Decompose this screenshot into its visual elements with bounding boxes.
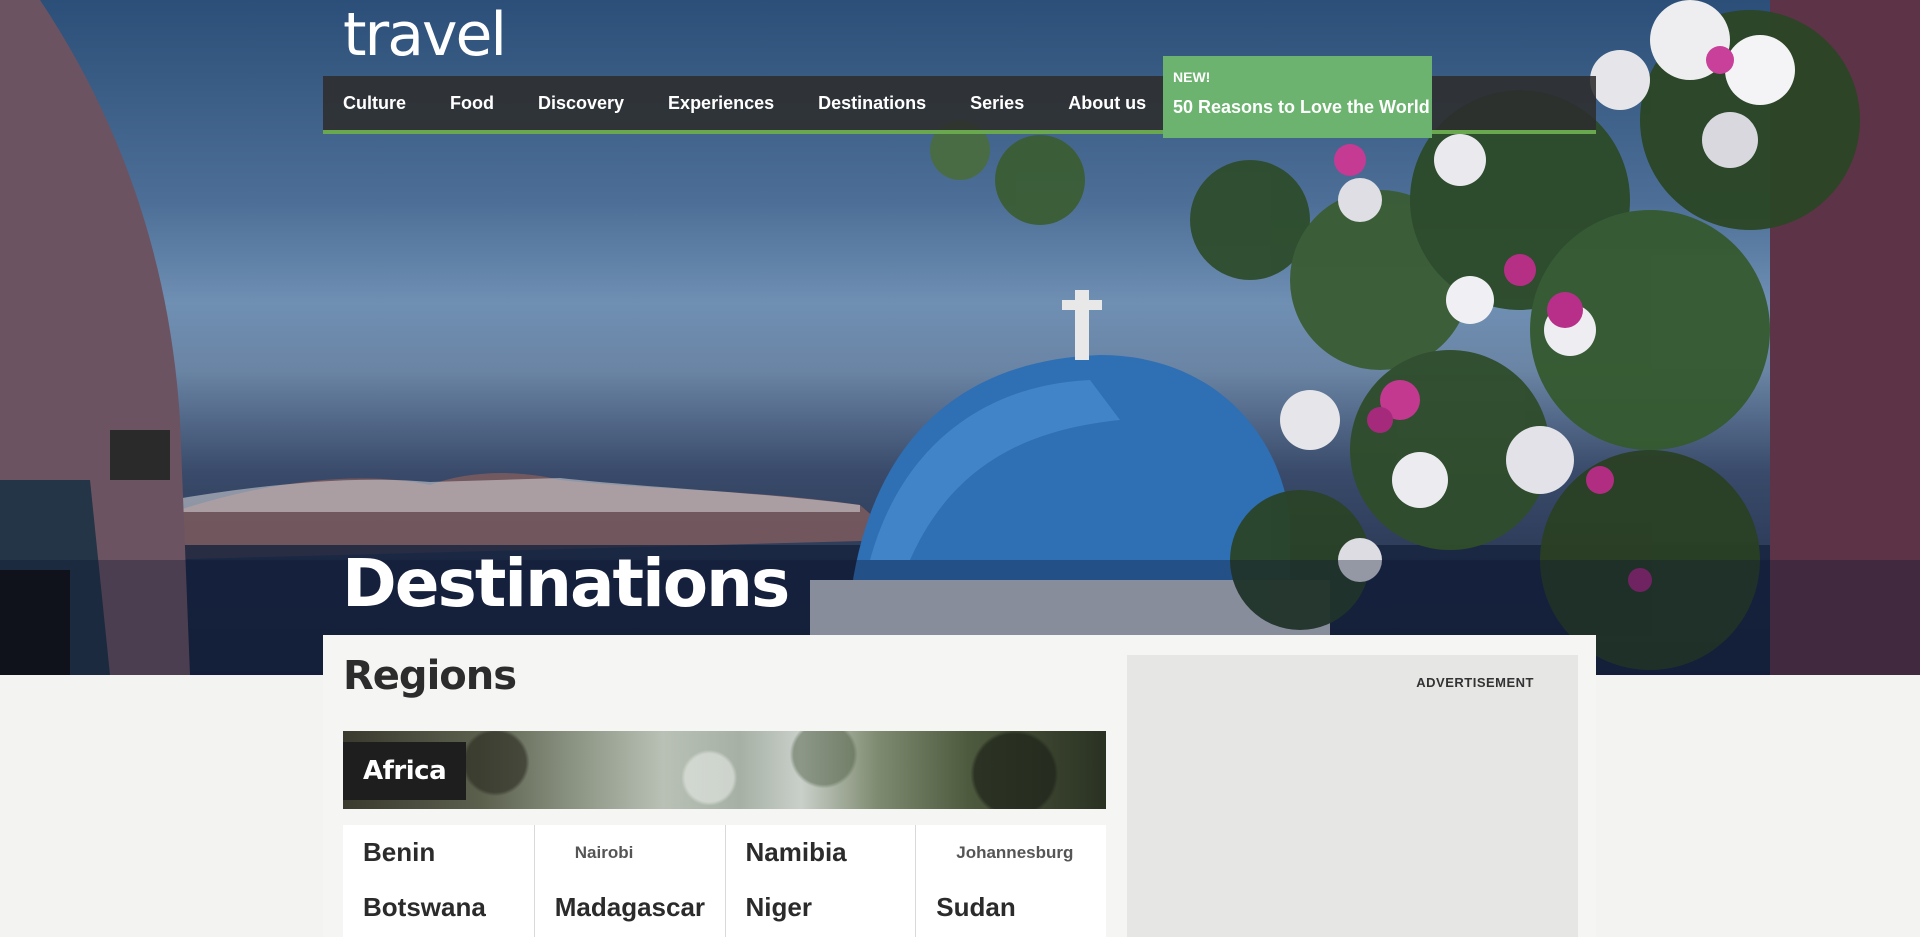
nav-item-experiences[interactable]: Experiences	[646, 76, 796, 130]
site-logo[interactable]: travel	[343, 0, 507, 70]
country-link[interactable]: Sudan	[936, 880, 1086, 935]
section-title-regions: Regions	[343, 653, 517, 699]
hero-banner: travel Culture Food Discovery Experience…	[0, 0, 1920, 675]
country-column: Nairobi Madagascar	[533, 825, 725, 937]
country-link[interactable]: Benin	[363, 825, 514, 880]
country-column: Johannesburg Sudan	[915, 825, 1106, 937]
nav-item-food[interactable]: Food	[428, 76, 516, 130]
country-column: Benin Botswana	[343, 825, 534, 937]
city-link[interactable]: Johannesburg	[936, 825, 1086, 880]
page-title: Destinations	[342, 545, 790, 622]
country-link[interactable]: Botswana	[363, 880, 514, 935]
nav-item-series[interactable]: Series	[948, 76, 1046, 130]
promo-link-50-reasons[interactable]: NEW! 50 Reasons to Love the World	[1163, 56, 1432, 138]
advertisement-slot[interactable]: ADVERTISEMENT	[1127, 655, 1578, 937]
country-list: Benin Botswana Nairobi Madagascar Namibi…	[343, 825, 1106, 937]
advertisement-label: ADVERTISEMENT	[1416, 675, 1534, 690]
country-link[interactable]: Niger	[746, 880, 896, 935]
country-column: Namibia Niger	[724, 825, 916, 937]
nav-item-destinations[interactable]: Destinations	[796, 76, 948, 130]
city-link[interactable]: Nairobi	[555, 825, 705, 880]
new-badge: NEW!	[1173, 69, 1211, 85]
region-label-africa[interactable]: Africa	[343, 742, 467, 800]
nav-item-about-us[interactable]: About us	[1046, 76, 1168, 130]
country-link[interactable]: Namibia	[746, 825, 896, 880]
country-link[interactable]: Madagascar	[555, 880, 705, 935]
nav-item-discovery[interactable]: Discovery	[516, 76, 646, 130]
nav-item-culture[interactable]: Culture	[323, 76, 428, 130]
region-banner-africa[interactable]: Africa	[343, 731, 1106, 809]
promo-label: 50 Reasons to Love the World	[1173, 97, 1430, 117]
